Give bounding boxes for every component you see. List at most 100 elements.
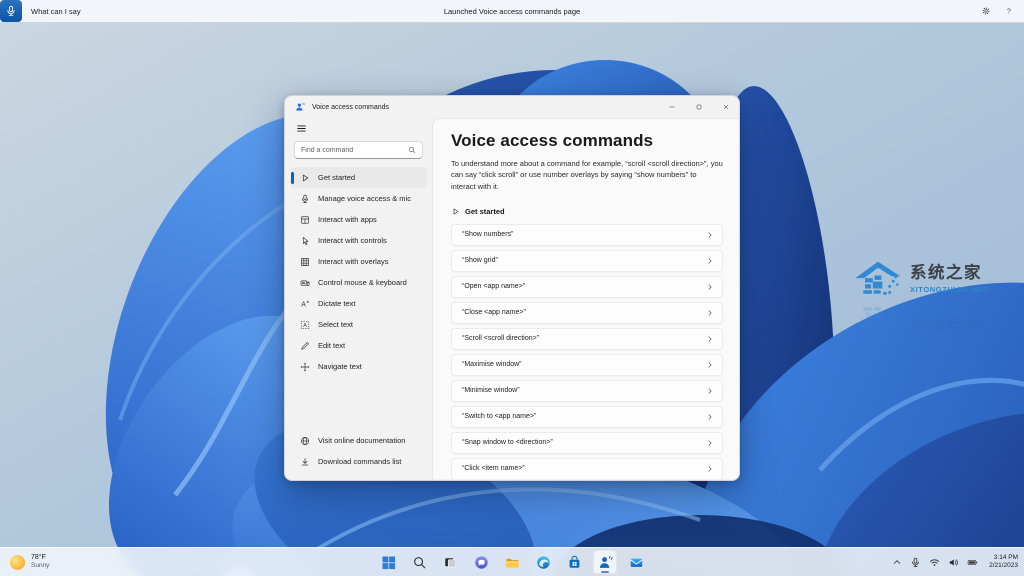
voice-access-person-icon (598, 555, 613, 570)
grid-icon (300, 257, 310, 267)
search-button[interactable] (407, 550, 431, 574)
navigate-icon (300, 362, 310, 372)
watermark-reflection: 系统之家 XITONGZHIJIA.NET (852, 299, 1018, 345)
window-titlebar[interactable]: Voice access commands (285, 96, 739, 118)
chevron-right-icon (706, 231, 714, 239)
page-description: To understand more about a command for e… (451, 158, 723, 192)
command-row-click-item[interactable]: “Click <item name>” (451, 458, 723, 479)
close-button[interactable] (712, 96, 739, 118)
voice-access-commands-window: Voice access commands Get started (284, 95, 740, 481)
sidebar-item-interact-with-apps[interactable]: Interact with apps (290, 209, 427, 230)
clock-time: 3:14 PM (989, 554, 1018, 562)
sidebar-item-navigate-text[interactable]: Navigate text (290, 356, 427, 377)
command-row-scroll[interactable]: “Scroll <scroll direction>” (451, 328, 723, 350)
watermark-logo-reflection-icon (852, 299, 904, 345)
command-row-close-app[interactable]: “Close <app name>” (451, 302, 723, 324)
task-view-button[interactable] (438, 550, 462, 574)
mouse-keyboard-icon (300, 278, 310, 288)
file-explorer-button[interactable] (500, 550, 524, 574)
sidebar-item-manage-voice-access[interactable]: Manage voice access & mic (290, 188, 427, 209)
watermark-chinese-text: 系统之家 (910, 264, 989, 282)
command-search-box[interactable] (294, 141, 423, 159)
mic-status-icon[interactable] (910, 557, 921, 568)
store-button[interactable] (562, 550, 586, 574)
windows-logo-icon (381, 555, 396, 570)
sidebar: Get started Manage voice access & mic In… (285, 118, 432, 479)
taskbar: 78°F Sunny (0, 547, 1024, 576)
app-window-icon (300, 215, 310, 225)
chevron-right-icon (706, 335, 714, 343)
watermark-logo-icon (852, 256, 904, 302)
command-row-switch-to-app[interactable]: “Switch to <app name>” (451, 406, 723, 428)
play-icon (300, 173, 310, 183)
main-content: Voice access commands To understand more… (432, 118, 739, 479)
taskbar-app-icons (376, 550, 648, 574)
command-row-show-grid[interactable]: “Show grid” (451, 250, 723, 272)
minimize-icon (668, 103, 676, 111)
chat-button[interactable] (469, 550, 493, 574)
minimize-button[interactable] (658, 96, 685, 118)
chevron-right-icon (706, 413, 714, 421)
selected-indicator (291, 172, 294, 184)
watermark: 系统之家 XITONGZHIJIA.NET 系统之家 XITONGZHIJIA.… (852, 256, 1018, 345)
sidebar-item-get-started[interactable]: Get started (290, 167, 427, 188)
clock[interactable]: 3:14 PM 2/21/2023 (989, 554, 1018, 571)
window-title: Voice access commands (312, 104, 389, 111)
volume-icon[interactable] (948, 557, 959, 568)
settings-gear-icon[interactable] (981, 6, 991, 16)
command-row-show-numbers[interactable]: “Show numbers” (451, 224, 723, 246)
maximize-button[interactable] (685, 96, 712, 118)
command-row-snap-window[interactable]: “Snap window to <direction>” (451, 432, 723, 454)
sidebar-item-download-commands[interactable]: Download commands list (290, 451, 427, 472)
hamburger-menu-button[interactable] (289, 120, 313, 137)
command-row-maximise-window[interactable]: “Maximise window” (451, 354, 723, 376)
sidebar-item-edit-text[interactable]: Edit text (290, 335, 427, 356)
command-list: “Show numbers” “Show grid” “Open <app na… (451, 224, 723, 479)
sidebar-item-control-mouse-keyboard[interactable]: Control mouse & keyboard (290, 272, 427, 293)
microsoft-store-icon (567, 555, 582, 570)
hidden-icons-chevron-icon[interactable] (892, 557, 902, 567)
sun-icon (10, 555, 25, 570)
chevron-right-icon (706, 283, 714, 291)
sidebar-item-interact-with-controls[interactable]: Interact with controls (290, 230, 427, 251)
command-row-open-app[interactable]: “Open <app name>” (451, 276, 723, 298)
mail-button[interactable] (624, 550, 648, 574)
battery-icon[interactable] (967, 557, 978, 568)
running-app-indicator (601, 571, 609, 573)
close-icon (722, 103, 730, 111)
folder-icon (505, 555, 520, 570)
select-text-icon (300, 320, 310, 330)
voice-access-app-icon (295, 102, 305, 112)
help-icon[interactable] (1004, 6, 1014, 16)
cursor-icon (300, 236, 310, 246)
sidebar-item-select-text[interactable]: Select text (290, 314, 427, 335)
what-can-i-say-label[interactable]: What can I say (31, 7, 81, 16)
sidebar-item-dictate-text[interactable]: Dictate text (290, 293, 427, 314)
voice-access-mic-button[interactable] (0, 0, 22, 22)
dictate-icon (300, 299, 310, 309)
voice-access-bar: What can I say Launched Voice access com… (0, 0, 1024, 23)
page-title: Voice access commands (451, 131, 723, 151)
system-tray: 3:14 PM 2/21/2023 (892, 554, 1018, 571)
chevron-right-icon (706, 387, 714, 395)
watermark-site-text: XITONGZHIJIA.NET (910, 285, 989, 294)
search-icon (408, 146, 416, 154)
sidebar-item-interact-with-overlays[interactable]: Interact with overlays (290, 251, 427, 272)
start-button[interactable] (376, 550, 400, 574)
microphone-icon (300, 194, 310, 204)
maximize-icon (695, 103, 703, 111)
voice-access-status: Launched Voice access commands page (444, 7, 580, 16)
pencil-icon (300, 341, 310, 351)
wifi-icon[interactable] (929, 557, 940, 568)
chevron-right-icon (706, 465, 714, 473)
task-view-icon (443, 555, 458, 570)
sidebar-item-visit-documentation[interactable]: Visit online documentation (290, 430, 427, 451)
get-started-section-header[interactable]: Get started (451, 207, 723, 216)
command-row-minimise-window[interactable]: “Minimise window” (451, 380, 723, 402)
globe-icon (300, 436, 310, 446)
weather-widget[interactable]: 78°F Sunny (10, 554, 49, 571)
search-input[interactable] (301, 147, 408, 154)
chevron-right-icon (706, 309, 714, 317)
edge-button[interactable] (531, 550, 555, 574)
voice-access-button[interactable] (593, 550, 617, 574)
